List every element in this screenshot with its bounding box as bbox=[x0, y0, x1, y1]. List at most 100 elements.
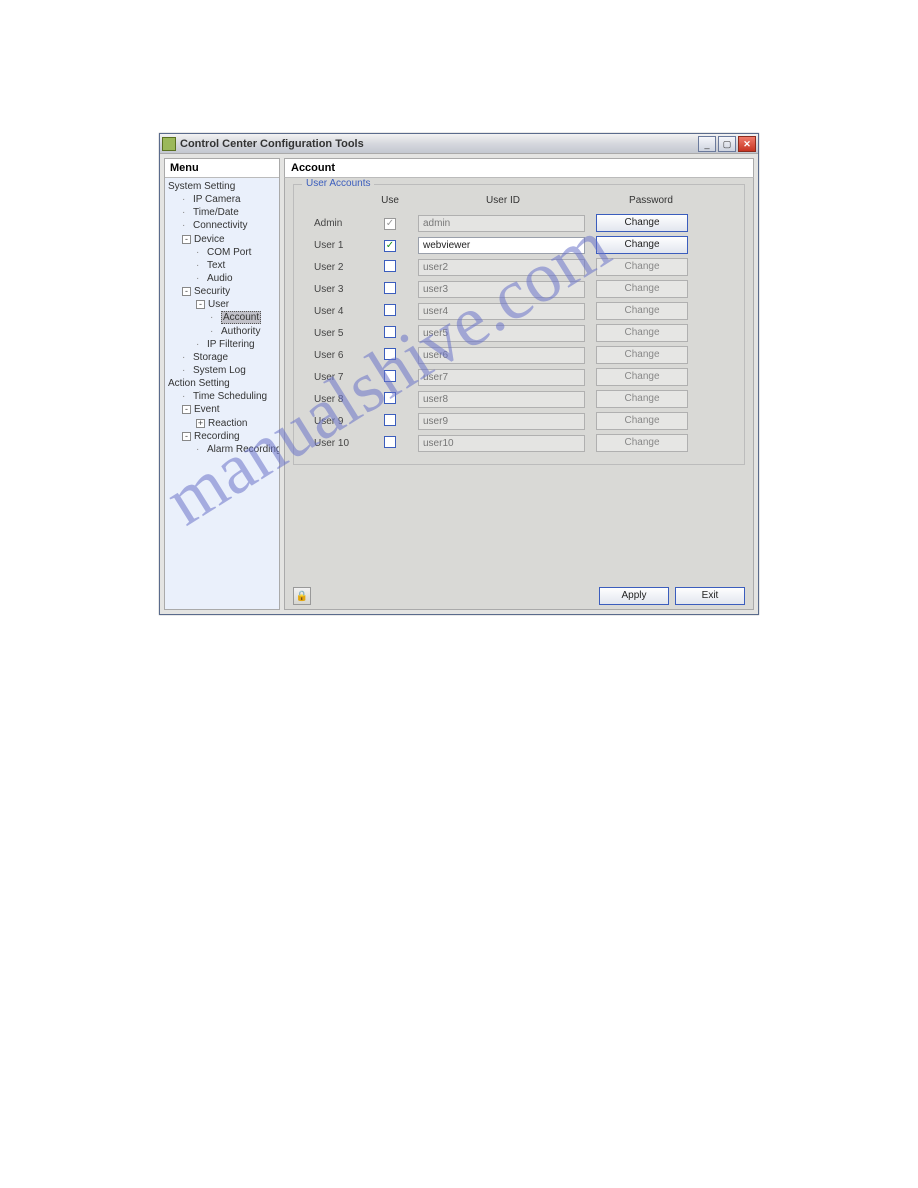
tree-item[interactable]: ·Authority bbox=[168, 325, 277, 338]
tree-branch-icon: · bbox=[182, 390, 191, 403]
tree-item-label: Alarm Recording bbox=[207, 444, 279, 455]
tree-item-label: IP Camera bbox=[193, 194, 241, 205]
user-row: User 6Change bbox=[302, 344, 736, 366]
use-checkbox[interactable] bbox=[384, 370, 396, 382]
tree-branch-icon: · bbox=[182, 219, 191, 232]
use-cell: ✓ bbox=[370, 239, 410, 252]
tree-item[interactable]: -Recording bbox=[168, 430, 277, 443]
use-checkbox[interactable] bbox=[384, 304, 396, 316]
tree-branch-icon: · bbox=[196, 246, 205, 259]
tree-item[interactable]: ·Alarm Recording bbox=[168, 443, 277, 456]
tree-item-label: Account bbox=[221, 311, 261, 324]
tree-item[interactable]: ·Audio bbox=[168, 272, 277, 285]
tree-toggle-icon[interactable]: - bbox=[182, 405, 191, 414]
use-checkbox[interactable] bbox=[384, 414, 396, 426]
tree-item-label: Device bbox=[194, 234, 225, 245]
tree-branch-icon: · bbox=[210, 311, 219, 324]
tree-toggle-icon[interactable]: - bbox=[196, 300, 205, 309]
use-checkbox[interactable] bbox=[384, 326, 396, 338]
user-row: User 4Change bbox=[302, 300, 736, 322]
close-button[interactable]: ✕ bbox=[738, 136, 756, 152]
tree-item-label: Event bbox=[194, 404, 220, 415]
apply-button[interactable]: Apply bbox=[599, 587, 669, 605]
userid-input bbox=[418, 413, 585, 430]
tree-item[interactable]: System Setting bbox=[168, 180, 277, 193]
use-checkbox: ✓ bbox=[384, 218, 396, 230]
tree-toggle-icon[interactable]: - bbox=[182, 432, 191, 441]
lock-icon[interactable]: 🔒 bbox=[293, 587, 311, 605]
maximize-button[interactable]: ▢ bbox=[718, 136, 736, 152]
main-content: User Accounts Use User ID Password Admin… bbox=[284, 178, 754, 610]
tree-item-label: System Log bbox=[193, 365, 246, 376]
row-label: User 1 bbox=[302, 240, 362, 251]
userid-input bbox=[418, 369, 585, 386]
tree-item[interactable]: -Security bbox=[168, 285, 277, 298]
tree-item[interactable]: Action Setting bbox=[168, 377, 277, 390]
tree-branch-icon: · bbox=[182, 364, 191, 377]
tree-item[interactable]: ·Storage bbox=[168, 351, 277, 364]
use-checkbox[interactable] bbox=[384, 392, 396, 404]
app-window: Control Center Configuration Tools _ ▢ ✕… bbox=[159, 133, 759, 615]
use-checkbox[interactable]: ✓ bbox=[384, 240, 396, 252]
tree-item[interactable]: -User bbox=[168, 298, 277, 311]
tree-item-label: System Setting bbox=[168, 181, 235, 192]
change-password-button: Change bbox=[596, 412, 688, 430]
userid-input bbox=[418, 259, 585, 276]
user-row: User 9Change bbox=[302, 410, 736, 432]
use-checkbox[interactable] bbox=[384, 282, 396, 294]
tree-item[interactable]: -Event bbox=[168, 403, 277, 416]
change-password-button[interactable]: Change bbox=[596, 236, 688, 254]
tree-branch-icon: · bbox=[182, 206, 191, 219]
tree-item[interactable]: ·Time Scheduling bbox=[168, 390, 277, 403]
tree-item[interactable]: ·Account bbox=[168, 311, 277, 324]
user-row: User 2Change bbox=[302, 256, 736, 278]
tree-item-label: Action Setting bbox=[168, 378, 230, 389]
use-checkbox[interactable] bbox=[384, 260, 396, 272]
tree-toggle-icon[interactable]: - bbox=[182, 287, 191, 296]
tree-item-label: Storage bbox=[193, 352, 228, 363]
tree-branch-icon: · bbox=[196, 259, 205, 272]
tree-item[interactable]: ·Text bbox=[168, 259, 277, 272]
row-label: Admin bbox=[302, 218, 362, 229]
header-userid: User ID bbox=[418, 195, 588, 206]
exit-button[interactable]: Exit bbox=[675, 587, 745, 605]
tree-item[interactable]: ·IP Filtering bbox=[168, 338, 277, 351]
user-row: User 5Change bbox=[302, 322, 736, 344]
tree-toggle-icon[interactable]: - bbox=[182, 235, 191, 244]
userid-input[interactable] bbox=[418, 237, 585, 254]
sidebar: Menu System Setting·IP Camera·Time/Date·… bbox=[164, 158, 280, 610]
use-cell bbox=[370, 392, 410, 407]
change-password-button[interactable]: Change bbox=[596, 214, 688, 232]
tree-item[interactable]: ·System Log bbox=[168, 364, 277, 377]
tree-item-label: Text bbox=[207, 260, 225, 271]
tree-branch-icon: · bbox=[196, 272, 205, 285]
tree-toggle-icon[interactable]: + bbox=[196, 419, 205, 428]
fieldset-legend: User Accounts bbox=[302, 178, 374, 189]
tree-item[interactable]: ·IP Camera bbox=[168, 193, 277, 206]
tree-item[interactable]: ·COM Port bbox=[168, 246, 277, 259]
use-cell: ✓ bbox=[370, 217, 410, 230]
table-body: Admin ✓ Change User 1 ✓ Change User 2Change Use… bbox=[302, 212, 736, 454]
userid-input bbox=[418, 391, 585, 408]
row-label: User 3 bbox=[302, 284, 362, 295]
use-cell bbox=[370, 370, 410, 385]
userid-input bbox=[418, 281, 585, 298]
tree-item[interactable]: ·Connectivity bbox=[168, 219, 277, 232]
window-body: Menu System Setting·IP Camera·Time/Date·… bbox=[160, 154, 758, 614]
userid-input bbox=[418, 215, 585, 232]
tree-item[interactable]: -Device bbox=[168, 233, 277, 246]
tree-item-label: Time Scheduling bbox=[193, 391, 267, 402]
userid-input bbox=[418, 435, 585, 452]
use-checkbox[interactable] bbox=[384, 436, 396, 448]
row-label: User 10 bbox=[302, 438, 362, 449]
titlebar: Control Center Configuration Tools _ ▢ ✕ bbox=[160, 134, 758, 154]
user-row: User 8Change bbox=[302, 388, 736, 410]
minimize-button[interactable]: _ bbox=[698, 136, 716, 152]
tree-item[interactable]: ·Time/Date bbox=[168, 206, 277, 219]
row-label: User 8 bbox=[302, 394, 362, 405]
row-label: User 4 bbox=[302, 306, 362, 317]
sidebar-title: Menu bbox=[165, 159, 279, 178]
use-cell bbox=[370, 260, 410, 275]
tree-item[interactable]: +Reaction bbox=[168, 417, 277, 430]
use-checkbox[interactable] bbox=[384, 348, 396, 360]
